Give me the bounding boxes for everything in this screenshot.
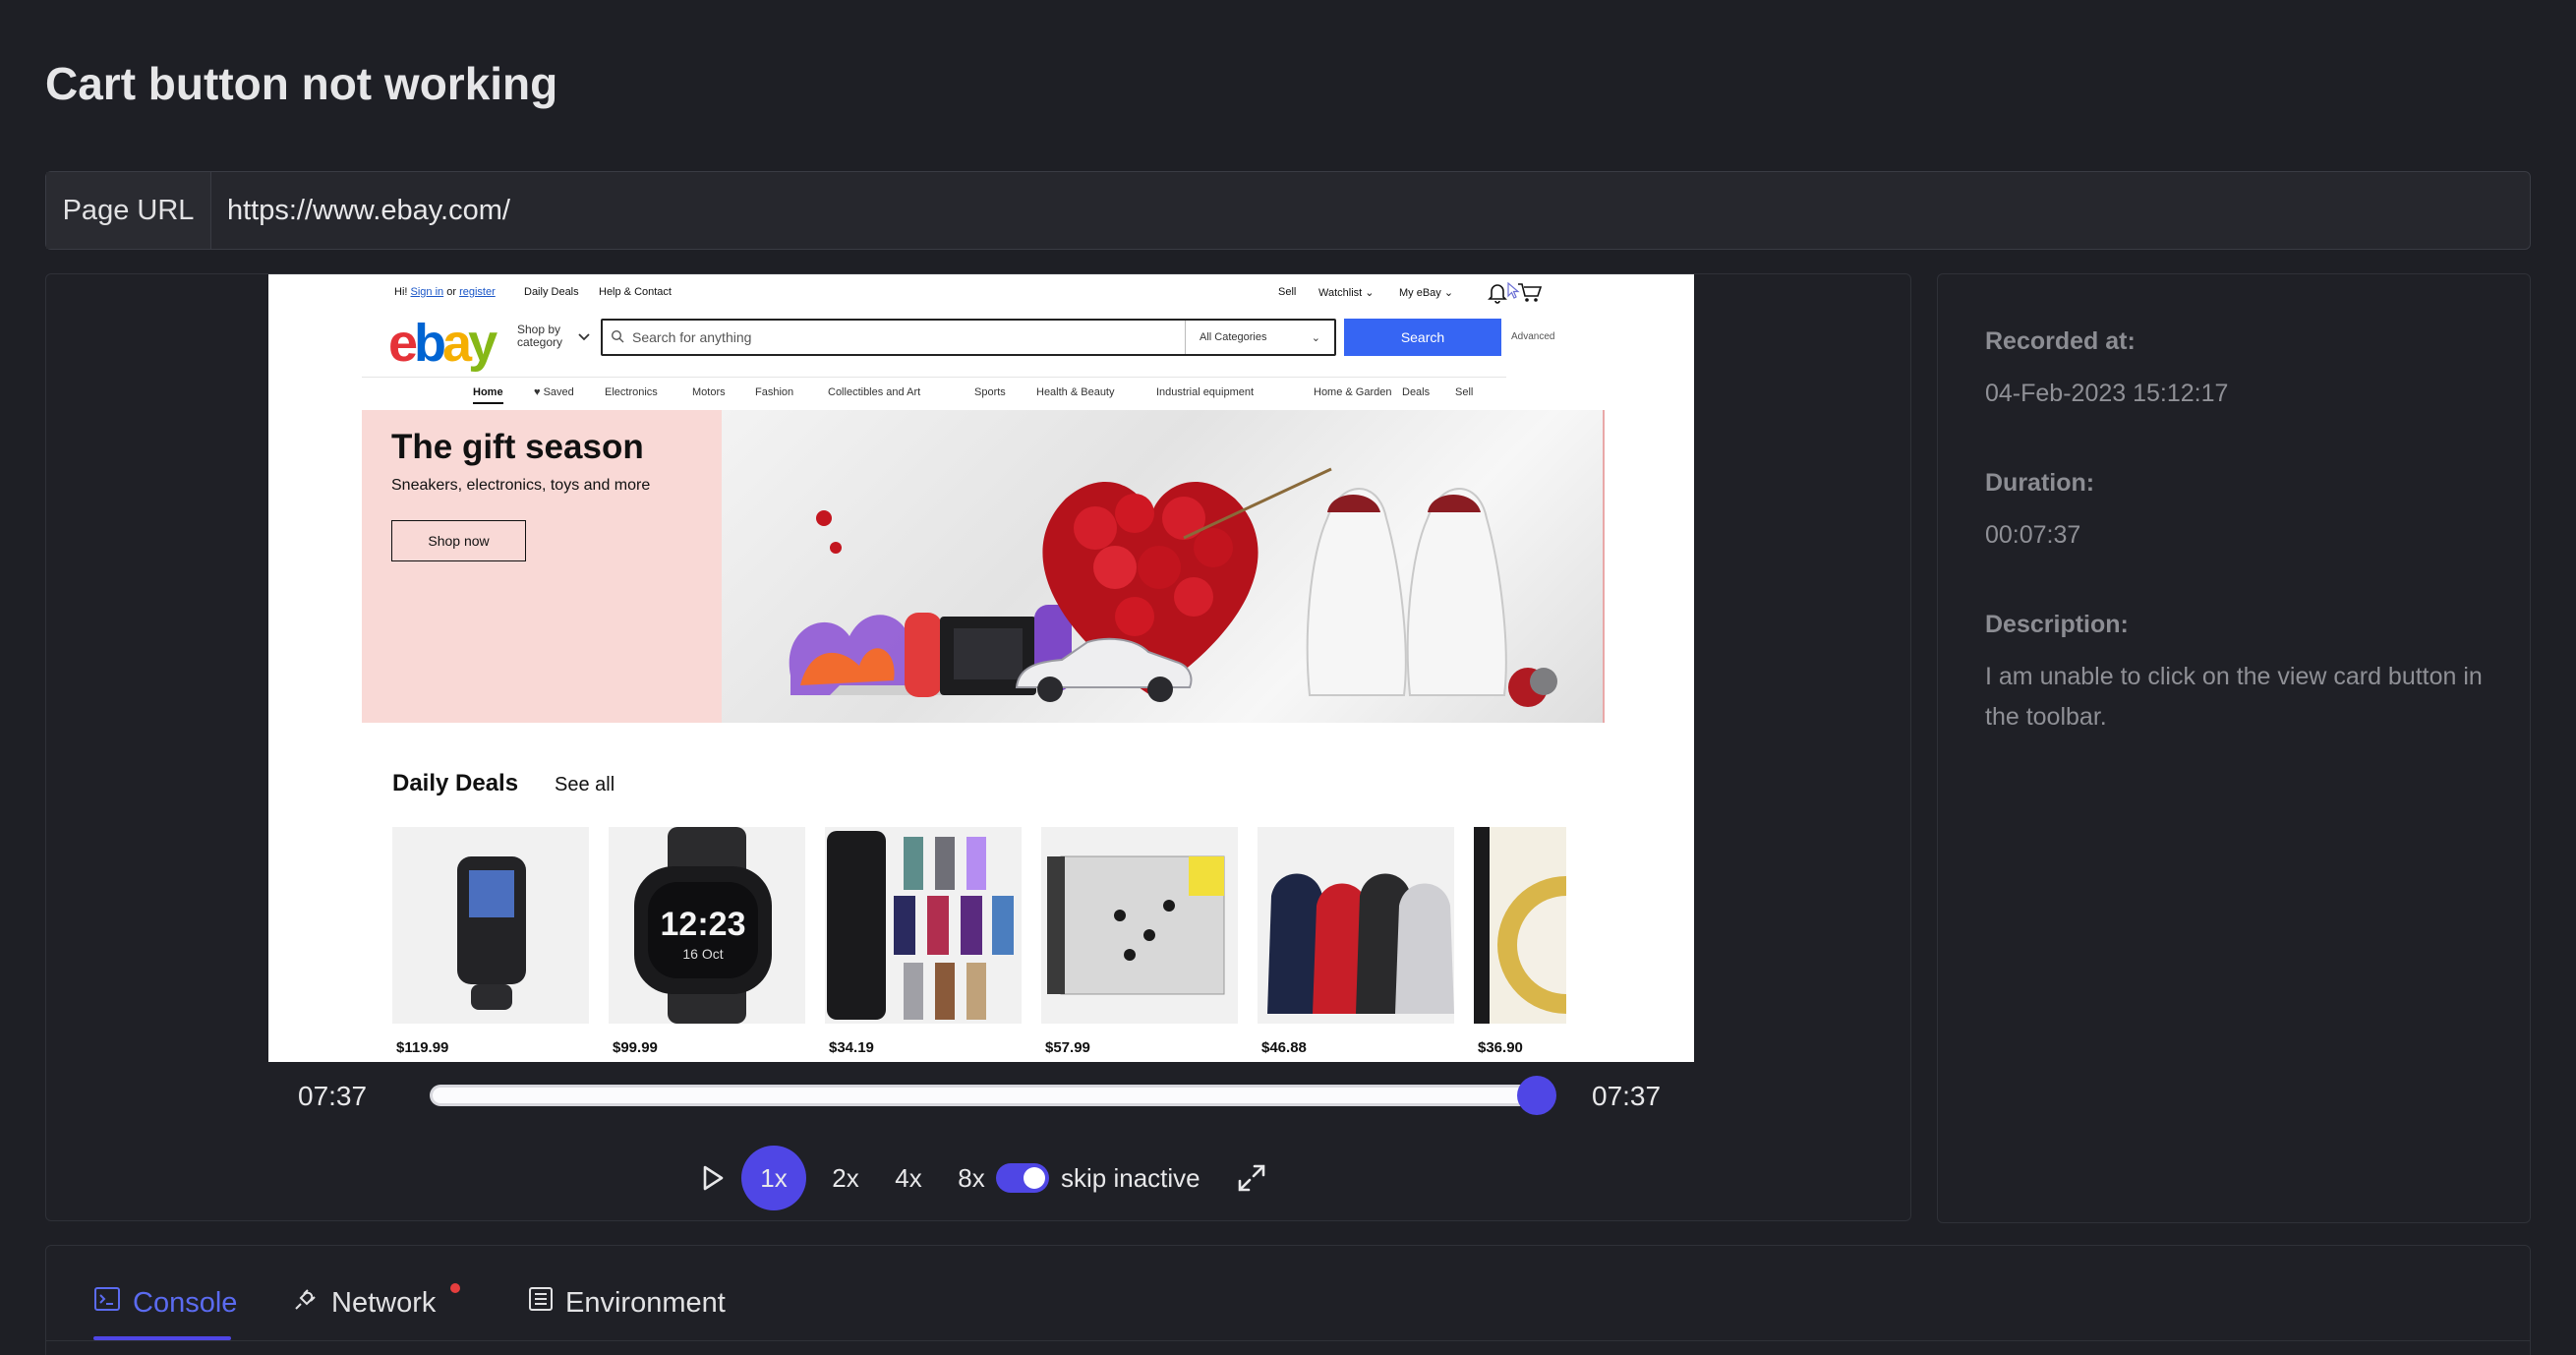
hero-title: The gift season bbox=[391, 428, 644, 466]
page-title: Cart button not working bbox=[45, 58, 558, 109]
duration-value: 00:07:37 bbox=[1985, 521, 2081, 549]
tab-network-label: Network bbox=[331, 1286, 437, 1319]
page-url-bar: Page URL https://www.ebay.com/ bbox=[45, 171, 2531, 250]
deal-price: $46.88 bbox=[1261, 1039, 1307, 1056]
ebay-nav-home-garden[interactable]: Home & Garden bbox=[1314, 386, 1391, 398]
tab-console-label: Console bbox=[133, 1286, 238, 1319]
ebay-advanced-link[interactable]: Advanced bbox=[1511, 331, 1554, 342]
ebay-hero-banner[interactable]: The gift season Sneakers, electronics, t… bbox=[362, 410, 1605, 723]
daily-deals-title: Daily Deals bbox=[392, 770, 519, 796]
ebay-watchlist-link[interactable]: Watchlist ⌄ bbox=[1318, 286, 1375, 299]
deal-item-collectible[interactable] bbox=[1474, 827, 1566, 1024]
ebay-nav-saved[interactable]: ♥ Saved bbox=[534, 386, 574, 398]
ebay-nav-health[interactable]: Health & Beauty bbox=[1036, 386, 1115, 398]
ebay-nav-sports[interactable]: Sports bbox=[974, 386, 1006, 398]
ebay-daily-deals-link[interactable]: Daily Deals bbox=[524, 286, 579, 298]
ebay-search-button[interactable]: Search bbox=[1344, 319, 1501, 356]
skip-inactive-toggle[interactable] bbox=[996, 1163, 1049, 1193]
ebay-register-link[interactable]: register bbox=[459, 286, 496, 298]
ebay-nav-motors[interactable]: Motors bbox=[692, 386, 726, 398]
timeline-track[interactable] bbox=[430, 1085, 1551, 1106]
deal-price: $36.90 bbox=[1478, 1039, 1523, 1056]
deal-price: $99.99 bbox=[613, 1039, 658, 1056]
timeline-handle[interactable] bbox=[1517, 1076, 1556, 1115]
page-url-value[interactable]: https://www.ebay.com/ bbox=[211, 172, 510, 249]
player-controls: 1x 2x 4x 8x skip inactive bbox=[46, 1146, 1910, 1210]
deal-item-watch[interactable]: 12:23 16 Oct bbox=[609, 827, 805, 1024]
bell-icon[interactable] bbox=[1488, 282, 1507, 307]
toggle-knob bbox=[1024, 1167, 1045, 1189]
plug-icon bbox=[292, 1285, 320, 1321]
watch-date: 16 Oct bbox=[682, 946, 723, 962]
hero-gift-image bbox=[722, 410, 1605, 723]
description-value: I am unable to click on the view card bu… bbox=[1985, 663, 2483, 731]
ebay-nav-sell[interactable]: Sell bbox=[1455, 386, 1473, 398]
session-player: Hi! Sign in or register Daily Deals Help… bbox=[45, 273, 1911, 1221]
ebay-top-bar: Hi! Sign in or register Daily Deals Help… bbox=[268, 281, 1694, 307]
terminal-icon bbox=[93, 1286, 121, 1320]
tabs-divider bbox=[46, 1340, 2530, 1341]
ebay-nav-industrial[interactable]: Industrial equipment bbox=[1156, 386, 1254, 398]
recorded-at-label: Recorded at: bbox=[1985, 327, 2136, 355]
recorded-at-value: 04-Feb-2023 15:12:17 bbox=[1985, 380, 2229, 407]
chevron-down-icon: ⌄ bbox=[1311, 331, 1320, 344]
see-all-link[interactable]: See all bbox=[555, 774, 615, 796]
ebay-nav-deals[interactable]: Deals bbox=[1402, 386, 1430, 398]
deal-price: $34.19 bbox=[829, 1039, 874, 1056]
ebay-category-nav: Home ♥ Saved Electronics Motors Fashion … bbox=[362, 377, 1506, 406]
ebay-search-input[interactable]: Search for anything bbox=[632, 329, 1185, 345]
mouse-cursor-icon bbox=[1507, 281, 1521, 303]
shop-now-button[interactable]: Shop now bbox=[391, 520, 526, 561]
deal-item-hoodies[interactable] bbox=[1258, 827, 1454, 1024]
ebay-my-ebay-link[interactable]: My eBay ⌄ bbox=[1399, 286, 1453, 299]
hero-subtitle: Sneakers, electronics, toys and more bbox=[391, 477, 651, 494]
ebay-category-select[interactable]: All Categories ⌄ bbox=[1185, 321, 1334, 354]
ebay-sell-link[interactable]: Sell bbox=[1278, 286, 1296, 298]
ebay-help-link[interactable]: Help & Contact bbox=[599, 286, 672, 298]
search-icon bbox=[603, 329, 632, 346]
ebay-nav-collectibles[interactable]: Collectibles and Art bbox=[828, 386, 920, 398]
ebay-nav-electronics[interactable]: Electronics bbox=[605, 386, 658, 398]
speed-4x-button[interactable]: 4x bbox=[886, 1146, 931, 1210]
ebay-search-bar: Search for anything All Categories ⌄ bbox=[601, 319, 1336, 356]
deal-item-car-stereo[interactable] bbox=[1041, 827, 1238, 1024]
ebay-logo[interactable]: ebay bbox=[388, 314, 498, 373]
current-time: 07:37 bbox=[298, 1081, 368, 1111]
speed-8x-button[interactable]: 8x bbox=[949, 1146, 994, 1210]
tab-console[interactable]: Console bbox=[93, 1275, 237, 1330]
ebay-sign-in-link[interactable]: Sign in bbox=[411, 286, 444, 298]
deal-item-fishfinder[interactable] bbox=[392, 827, 589, 1024]
skip-inactive-label: skip inactive bbox=[1061, 1162, 1200, 1193]
deal-price: $57.99 bbox=[1045, 1039, 1090, 1056]
fullscreen-icon[interactable] bbox=[1232, 1146, 1271, 1210]
ebay-nav-fashion[interactable]: Fashion bbox=[755, 386, 793, 398]
network-indicator-dot bbox=[450, 1283, 460, 1293]
deal-item-travel-mugs[interactable] bbox=[825, 827, 1022, 1024]
deal-price: $119.99 bbox=[396, 1039, 449, 1056]
hero-text-panel: The gift season Sneakers, electronics, t… bbox=[362, 410, 722, 723]
description-label: Description: bbox=[1985, 611, 2129, 638]
tab-environment-label: Environment bbox=[565, 1286, 726, 1319]
list-icon bbox=[528, 1286, 554, 1320]
play-icon[interactable] bbox=[691, 1146, 734, 1210]
tab-environment[interactable]: Environment bbox=[528, 1275, 726, 1330]
recording-details: Recorded at: 04-Feb-2023 15:12:17 Durati… bbox=[1937, 273, 2531, 1223]
timeline-progress bbox=[433, 1088, 1548, 1103]
page-url-label: Page URL bbox=[46, 172, 211, 249]
speed-2x-button[interactable]: 2x bbox=[823, 1146, 868, 1210]
ebay-greeting: Hi! Sign in or register bbox=[394, 286, 496, 298]
watch-time: 12:23 bbox=[661, 906, 746, 943]
chevron-down-icon bbox=[577, 329, 591, 345]
recording-viewport[interactable]: Hi! Sign in or register Daily Deals Help… bbox=[268, 274, 1694, 1062]
speed-1x-button[interactable]: 1x bbox=[741, 1146, 806, 1210]
ebay-nav-home[interactable]: Home bbox=[473, 386, 503, 404]
duration-label: Duration: bbox=[1985, 469, 2095, 497]
devtools-tabs: Console Network Environment bbox=[45, 1245, 2531, 1355]
total-time: 07:37 bbox=[1592, 1081, 1662, 1111]
shop-by-category[interactable]: Shop by category bbox=[517, 324, 562, 349]
tab-network[interactable]: Network bbox=[292, 1275, 436, 1330]
